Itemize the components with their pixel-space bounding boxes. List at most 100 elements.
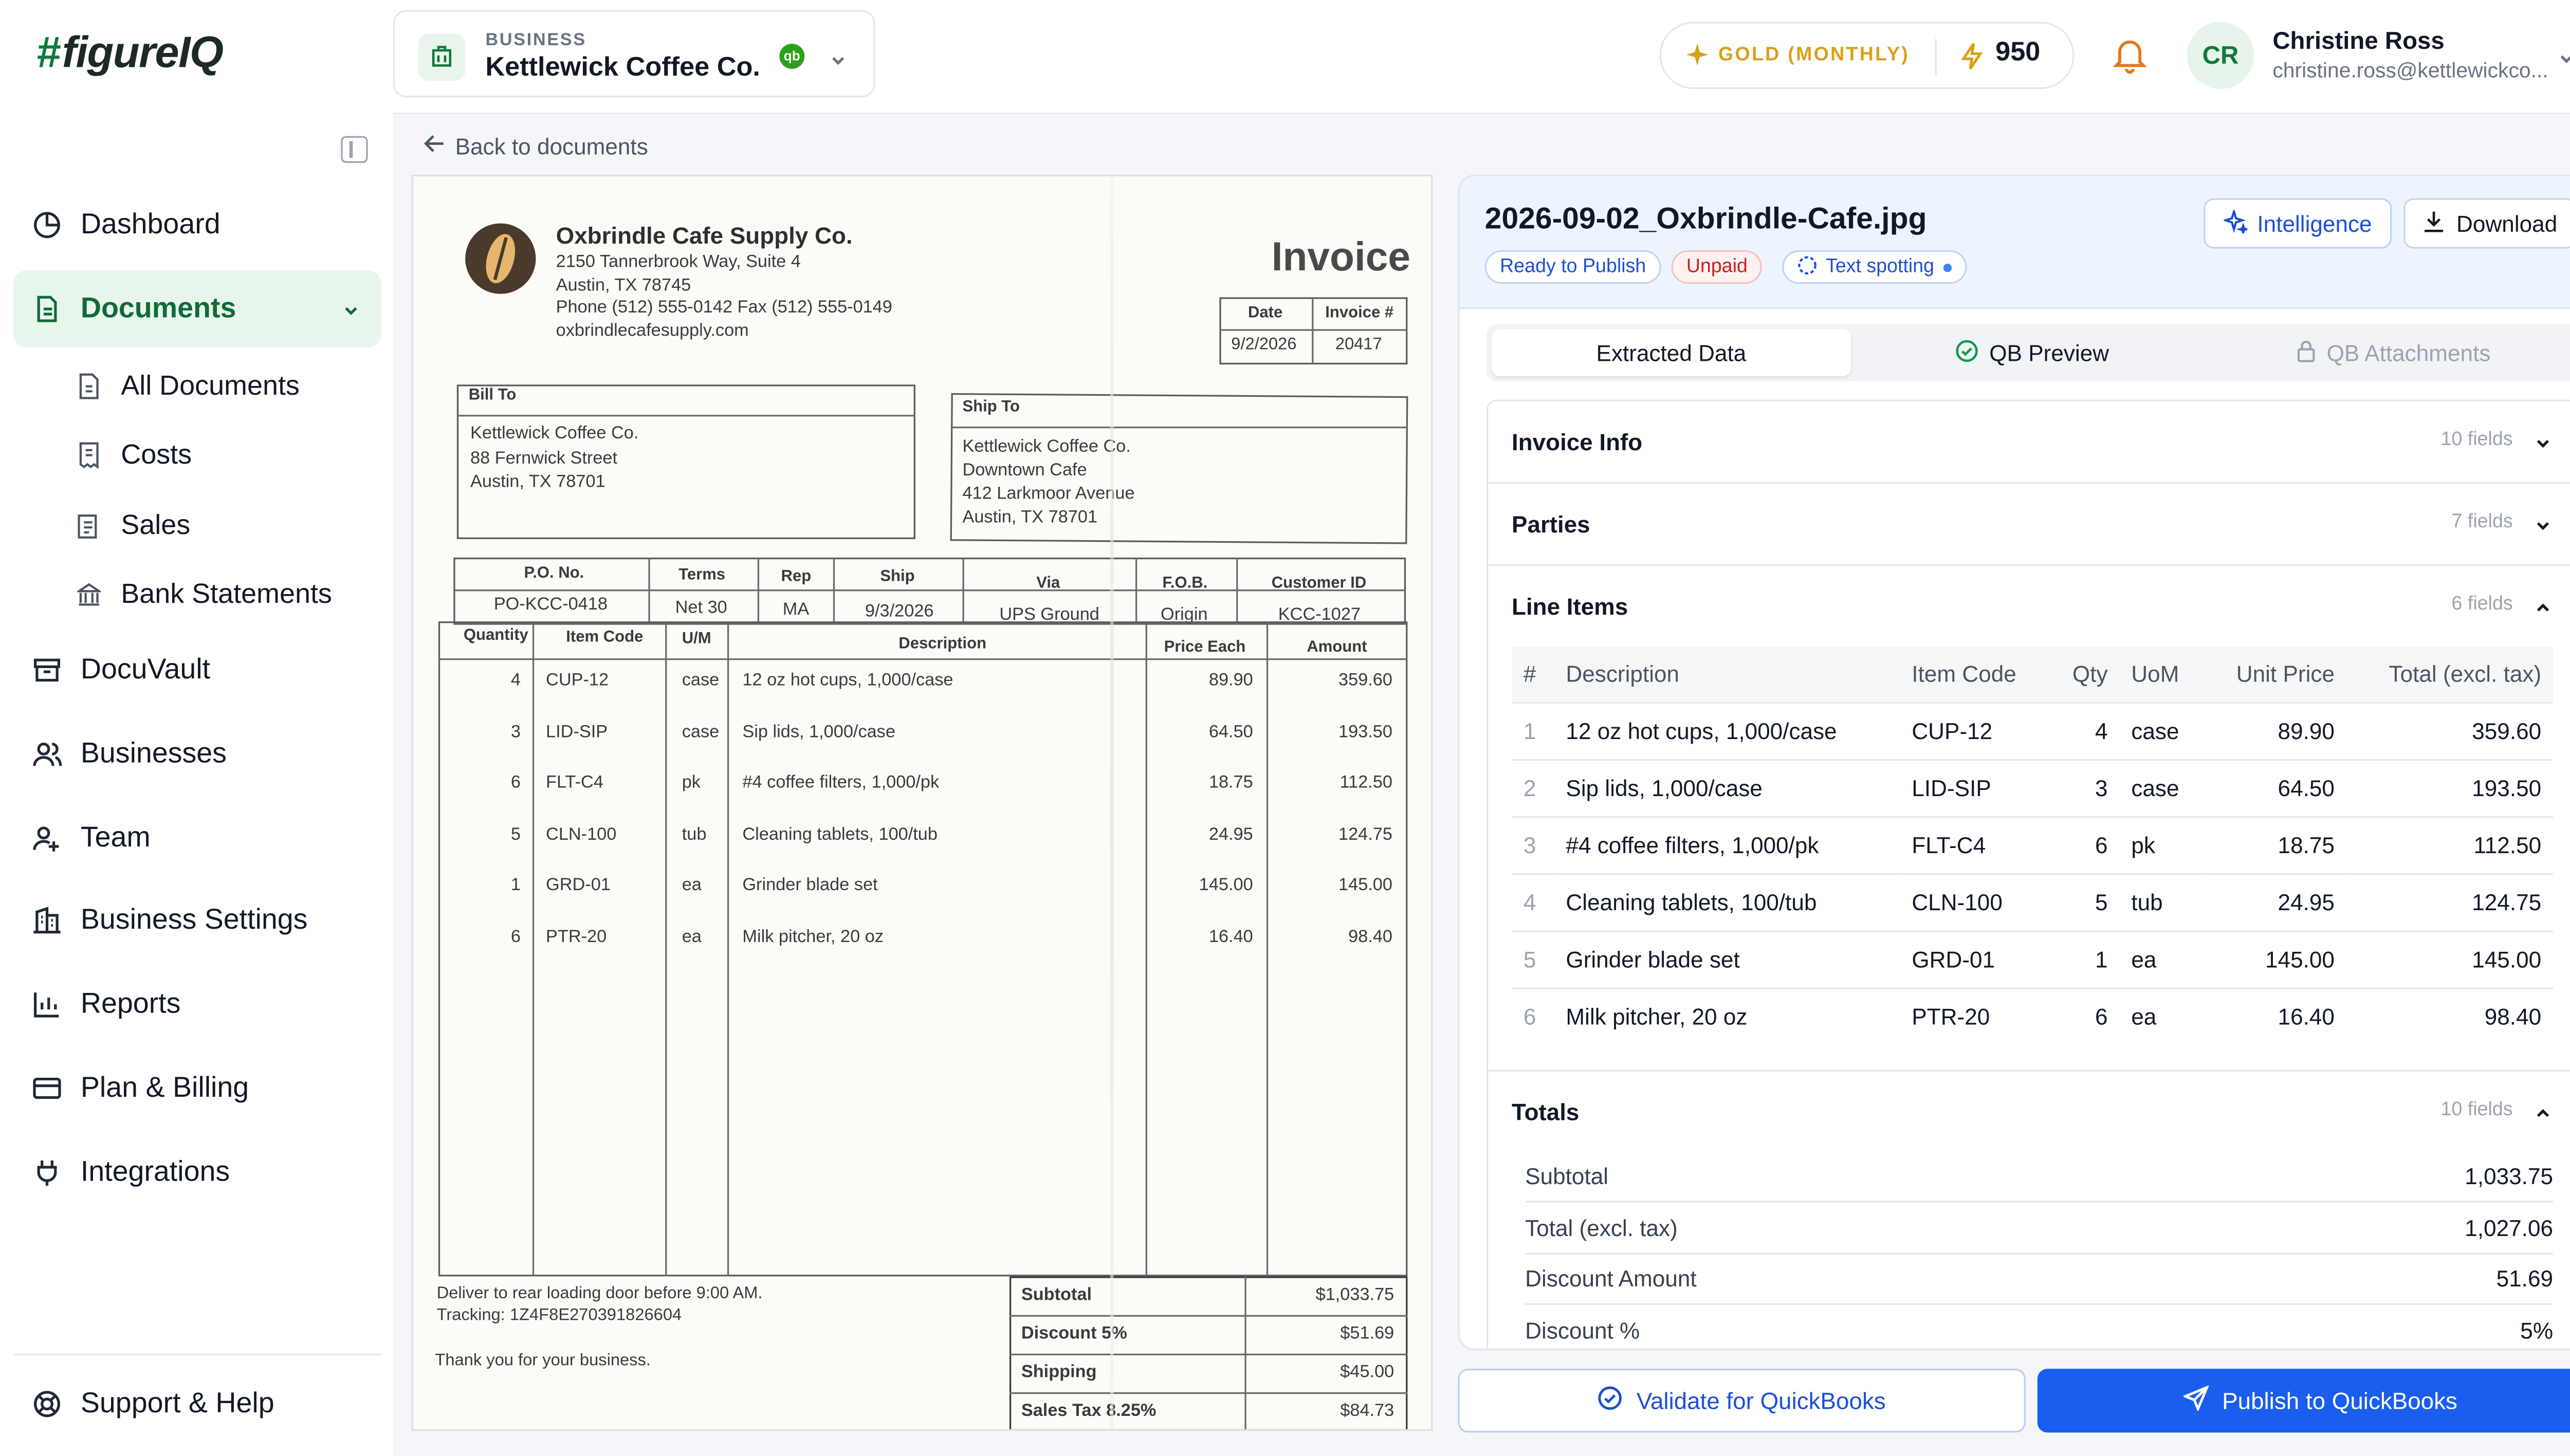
intelligence-button[interactable]: Intelligence [2204,198,2392,249]
sidebar-item-documents[interactable]: Documents [13,270,381,348]
sidebar-item-businesses[interactable]: Businesses [13,715,381,792]
table-cell: 359.60 [2346,702,2554,760]
check-circle-icon [1956,338,1979,367]
sidebar-item-plan-billing[interactable]: Plan & Billing [13,1049,381,1127]
paper-line-cell: 6 [510,926,521,947]
table-cell: LID-SIP [1900,759,2051,817]
table-cell: 89.90 [2203,702,2346,760]
sidebar-item-label: Plan & Billing [80,1071,249,1103]
table-row[interactable]: 6 Milk pitcher, 20 oz PTR-20 6 ea 16.40 98.40 [1512,987,2554,1045]
collapse-sidebar-icon[interactable] [341,136,368,163]
section-title[interactable]: Line Items [1512,593,1628,620]
table-cell: 3 [2050,759,2120,817]
avatar[interactable]: CR [2187,22,2254,89]
paper-line-cell: Milk pitcher, 20 oz [742,926,884,947]
totals-label: Discount % [1525,1317,1640,1343]
paper-line-cell: 1 [510,875,521,895]
table-cell: 98.40 [2346,987,2554,1045]
paper-line-cell: 16.40 [1208,926,1253,947]
back-link-label: Back to documents [455,133,648,159]
table-row[interactable]: 1 12 oz hot cups, 1,000/case CUP-12 4 case 89… [1512,702,2554,760]
plan-label: GOLD (MONTHLY) [1718,45,1910,66]
section-field-count: 6 fields [2451,594,2513,615]
section-title[interactable]: Totals [1512,1098,1579,1125]
table-row[interactable]: 4 Cleaning tablets, 100/tub CLN-100 5 tub 24.… [1512,873,2554,931]
sidebar-item-label: Reports [80,987,181,1020]
sidebar-subitem-costs[interactable]: Costs [77,425,192,486]
column-header: Qty [2050,647,2120,703]
receipt-text-icon [77,512,101,539]
table-cell: 1 [1512,702,1554,760]
section-parties[interactable]: Parties 7 fields [1488,484,2570,566]
meta-header: Terms [678,566,726,585]
table-row[interactable]: 2 Sip lids, 1,000/case LID-SIP 3 case 64.50 19… [1512,759,2554,817]
bank-icon [75,581,103,608]
tab-extracted-data[interactable]: Extracted Data [1491,329,1851,376]
chevron-up-icon[interactable] [2533,596,2553,626]
badge-label: Text spotting [1826,256,1935,278]
sidebar-subitem-bank-statements[interactable]: Bank Statements [75,564,332,625]
section-invoice-info[interactable]: Invoice Info 10 fields [1488,401,2570,484]
thanks-note: Thank you for your business. [435,1352,651,1371]
sidebar-item-label: Businesses [80,737,227,769]
sidebar-item-dashboard[interactable]: Dashboard [13,187,381,264]
back-to-documents-link[interactable]: Back to documents [423,133,648,159]
tab-qb-preview[interactable]: QB Preview [1852,329,2212,376]
line-header: Quantity [463,626,528,645]
totals-row[interactable]: Total (excl. tax) 1,027.06 [1525,1202,2554,1254]
publish-quickbooks-button[interactable]: Publish to QuickBooks [2037,1369,2570,1433]
validate-quickbooks-button[interactable]: Validate for QuickBooks [1458,1369,2026,1433]
chevron-up-icon[interactable] [2533,1102,2553,1132]
paper-total-label: Subtotal [1021,1284,1092,1305]
sidebar-item-business-settings[interactable]: Business Settings [13,882,381,959]
quickbooks-icon: qb [779,43,805,69]
document-icon [77,373,101,399]
bill-to-line: Kettlewick Coffee Co. [470,423,639,444]
sidebar-subitem-sales[interactable]: Sales [77,495,190,556]
totals-row[interactable]: Discount Amount 51.69 [1525,1253,2554,1305]
button-label: Download [2456,211,2558,236]
paper-line-cell: 98.40 [1348,926,1393,947]
download-button[interactable]: Download [2403,198,2570,249]
line-items-table: # Description Item Code Qty UoM Unit Price Tot… [1512,647,2554,1045]
sidebar-item-reports[interactable]: Reports [13,966,381,1043]
paper-line-cell: 5 [510,823,521,844]
sidebar-item-integrations[interactable]: Integrations [13,1134,381,1211]
paper-line-cell: 24.95 [1208,823,1253,844]
table-row[interactable]: 3 #4 coffee filters, 1,000/pk FLT-C4 6 pk 18.… [1512,816,2554,874]
status-badge-ready: Ready to Publish [1484,250,1661,284]
bell-icon[interactable] [2113,37,2147,82]
table-cell: PTR-20 [1900,987,2051,1045]
totals-row[interactable]: Discount % 5% [1525,1304,2553,1349]
chevron-down-icon[interactable] [2557,47,2570,77]
tab-qb-attachments[interactable]: QB Attachments [2214,329,2570,376]
building-icon [418,33,466,81]
table-cell: 18.75 [2203,816,2346,874]
paper-line-cell: 3 [510,721,521,742]
totals-row[interactable]: Subtotal 1,033.75 [1525,1150,2554,1203]
totals-label: Discount Amount [1525,1266,1697,1292]
extracted-sections: Invoice Info 10 fields Parties 7 fields … [1486,399,2570,1349]
ship-to-line: 412 Larkmoor Avenue [962,484,1135,504]
vendor-website: oxbrindlecafesupply.com [556,321,749,341]
table-cell: 64.50 [2203,759,2346,817]
table-row[interactable]: 5 Grinder blade set GRD-01 1 ea 145.00 145.00 [1512,930,2554,989]
paper-line-cell: ea [682,926,702,947]
app-logo[interactable]: # figureIQ [37,27,224,79]
sidebar-item-docuvault[interactable]: DocuVault [13,632,381,709]
panel-header: 2026-09-02_Oxbrindle-Cafe.jpg Ready to P… [1459,176,2570,309]
team-icon [32,823,62,853]
chevron-down-icon [341,296,361,329]
business-switcher[interactable]: BUSINESS Kettlewick Coffee Co. qb [393,10,875,98]
plug-icon [32,1157,62,1188]
sidebar-item-team[interactable]: Team [13,799,381,876]
plan-divider [1935,39,1937,76]
table-cell: 6 [1512,987,1554,1045]
sidebar-item-support[interactable]: Support & Help [13,1366,381,1443]
sidebar-subitem-all-documents[interactable]: All Documents [77,356,300,417]
table-cell: CLN-100 [1900,873,2051,931]
plan-pill[interactable]: GOLD (MONTHLY) 950 [1659,22,2075,89]
receipt-icon [77,441,101,469]
column-header: Unit Price [2203,647,2346,703]
paper-line-cell: tub [682,823,707,844]
